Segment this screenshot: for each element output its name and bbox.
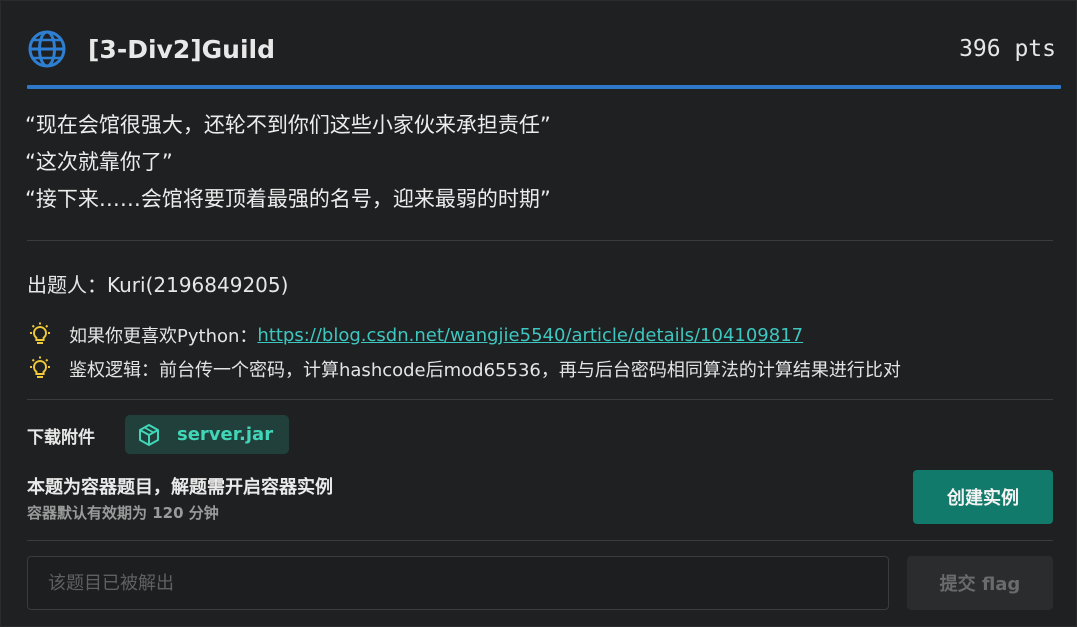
divider: [27, 540, 1053, 541]
tip-row: 鉴权逻辑：前台传一个密码，计算hashcode后mod65536，再与后台密码相…: [27, 356, 901, 382]
tip-text: 如果你更喜欢Python：: [69, 326, 258, 347]
attachment-filename: server.jar: [177, 424, 274, 445]
divider: [27, 399, 1053, 400]
description-line: “这次就靠你了”: [25, 150, 173, 174]
tip-link[interactable]: https://blog.csdn.net/wangjie5540/articl…: [257, 325, 803, 346]
submit-flag-button[interactable]: 提交 flag: [907, 556, 1053, 610]
tip-text: 鉴权逻辑：前台传一个密码，计算hashcode后mod65536，再与后台密码相…: [69, 360, 901, 381]
divider: [27, 240, 1053, 241]
create-instance-button[interactable]: 创建实例: [913, 470, 1053, 524]
package-icon: [139, 423, 159, 446]
description-line: “现在会馆很强大，还轮不到你们这些小家伙来承担责任”: [25, 113, 551, 137]
challenge-points: 396 pts: [959, 36, 1056, 62]
container-subtitle: 容器默认有效期为 120 分钟: [27, 504, 219, 522]
attachment-label: 下载附件: [27, 428, 95, 448]
flag-input[interactable]: [27, 556, 889, 610]
lightbulb-icon: [30, 356, 50, 378]
container-title: 本题为容器题目，解题需开启容器实例: [27, 477, 333, 498]
attachment-download-button[interactable]: server.jar: [125, 415, 289, 454]
challenge-title: [3-Div2]Guild: [88, 34, 275, 64]
tip-row: 如果你更喜欢Python： https://blog.csdn.net/wang…: [27, 322, 803, 348]
challenge-description: “现在会馆很强大，还轮不到你们这些小家伙来承担责任” “这次就靠你了” “接下来…: [25, 107, 551, 218]
challenge-author: 出题人：Kuri(2196849205): [27, 273, 289, 297]
header-accent-line: [27, 85, 1061, 89]
challenge-header: [3-Div2]Guild 396 pts: [27, 27, 1058, 71]
challenge-card: [3-Div2]Guild 396 pts “现在会馆很强大，还轮不到你们这些小…: [0, 0, 1077, 627]
globe-icon: [28, 30, 66, 68]
lightbulb-icon: [30, 322, 50, 344]
description-line: “接下来……会馆将要顶着最强的名号，迎来最弱的时期”: [25, 187, 551, 211]
